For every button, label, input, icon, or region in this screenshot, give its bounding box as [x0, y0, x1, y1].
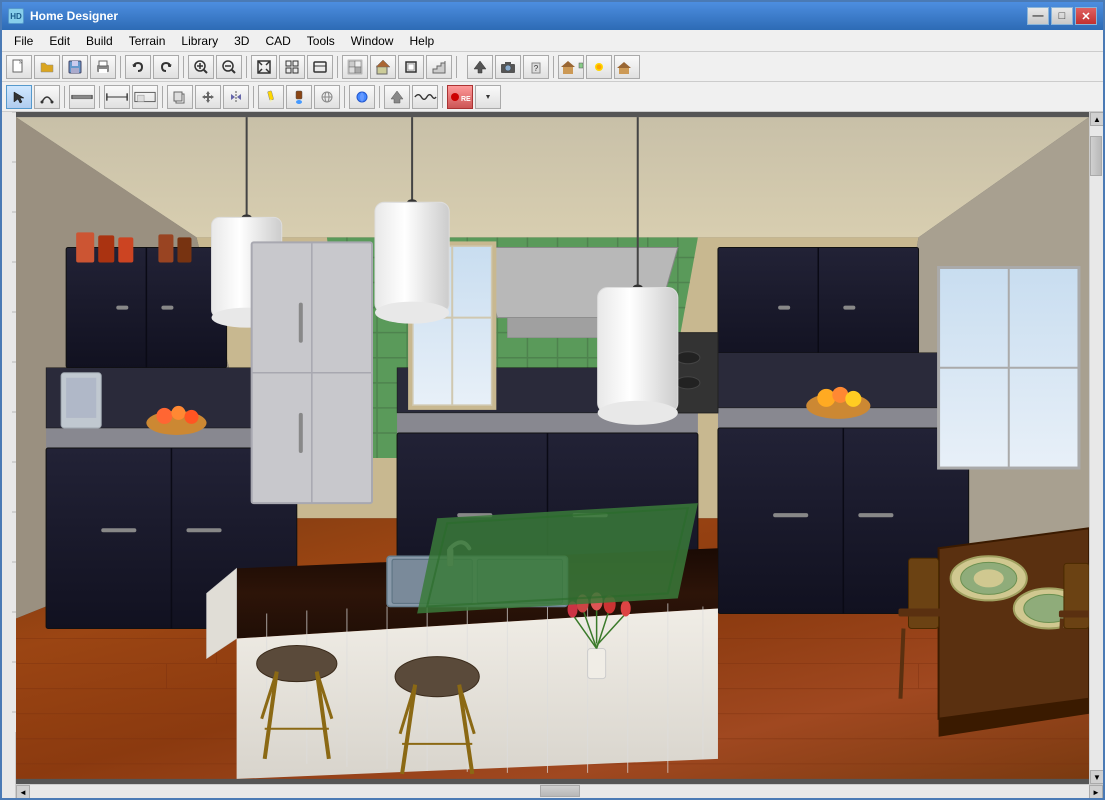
house3d-tool[interactable] [558, 55, 584, 79]
scrollbar-bottom: ◄ ► [16, 784, 1103, 798]
menu-file[interactable]: File [6, 32, 41, 50]
material-tool[interactable] [349, 85, 375, 109]
title-bar-controls: — □ ✕ [1027, 7, 1097, 25]
main-area: ▲ ▼ ◄ ► [2, 112, 1103, 798]
sep2-5 [344, 86, 345, 108]
more1-button[interactable] [307, 55, 333, 79]
roof3d-tool[interactable] [614, 55, 640, 79]
scroll-left-button[interactable]: ◄ [16, 785, 30, 798]
canvas-3d[interactable] [16, 112, 1089, 784]
arrow-up-tool[interactable] [467, 55, 493, 79]
close-button[interactable]: ✕ [1075, 7, 1097, 25]
stairs-tool[interactable] [426, 55, 452, 79]
up-arrow-tool[interactable] [384, 85, 410, 109]
sep2-6 [379, 86, 380, 108]
menu-edit[interactable]: Edit [41, 32, 78, 50]
copy-tool[interactable] [167, 85, 193, 109]
menu-library[interactable]: Library [173, 32, 226, 50]
menu-bar: File Edit Build Terrain Library 3D CAD T… [2, 30, 1103, 52]
sep2-1 [64, 86, 65, 108]
wall-tool[interactable] [342, 55, 368, 79]
new-button[interactable] [6, 55, 32, 79]
open-button[interactable] [34, 55, 60, 79]
menu-tools[interactable]: Tools [299, 32, 343, 50]
move-tool[interactable] [195, 85, 221, 109]
grid-button[interactable] [279, 55, 305, 79]
menu-cad[interactable]: CAD [257, 32, 298, 50]
pencil-tool[interactable] [258, 85, 284, 109]
sep-2 [183, 56, 184, 78]
kitchen-scene [16, 112, 1089, 784]
title-bar-left: HD Home Designer [8, 8, 118, 24]
texture-tool[interactable] [314, 85, 340, 109]
sep2-2 [99, 86, 100, 108]
toolbar-1: ? [2, 52, 1103, 82]
question-tool[interactable]: ? [523, 55, 549, 79]
record-button[interactable]: REC [447, 85, 473, 109]
scroll-thumb-right[interactable] [1090, 136, 1102, 176]
fit-button[interactable] [251, 55, 277, 79]
menu-terrain[interactable]: Terrain [121, 32, 174, 50]
house-tool[interactable] [370, 55, 396, 79]
camera-tool[interactable] [495, 55, 521, 79]
app-icon: HD [8, 8, 24, 24]
redo-button[interactable] [153, 55, 179, 79]
sep2-4 [253, 86, 254, 108]
select-tool[interactable] [6, 85, 32, 109]
scroll-right-button[interactable]: ► [1089, 785, 1103, 798]
scroll-down-button[interactable]: ▼ [1090, 770, 1103, 784]
arc-tool[interactable] [34, 85, 60, 109]
undo-button[interactable] [125, 55, 151, 79]
zoom-out-button[interactable] [216, 55, 242, 79]
sep-4 [337, 56, 338, 78]
wall-draw[interactable] [69, 85, 95, 109]
zoom-in-button[interactable] [188, 55, 214, 79]
dim-tool[interactable] [104, 85, 130, 109]
menu-3d[interactable]: 3D [226, 32, 257, 50]
scroll-track-bottom[interactable] [30, 785, 1089, 798]
toolbar-2: REC [2, 82, 1103, 112]
print-button[interactable] [90, 55, 116, 79]
ruler-left [2, 112, 16, 798]
minimize-button[interactable]: — [1027, 7, 1049, 25]
menu-window[interactable]: Window [343, 32, 402, 50]
sep2-7 [442, 86, 443, 108]
scroll-thumb-bottom[interactable] [540, 785, 580, 797]
scroll-up-button[interactable]: ▲ [1090, 112, 1103, 126]
svg-text:?: ? [534, 64, 539, 73]
sep-3 [246, 56, 247, 78]
sun-tool[interactable] [586, 55, 612, 79]
sep-6 [553, 56, 554, 78]
sep-1 [120, 56, 121, 78]
menu-build[interactable]: Build [78, 32, 121, 50]
svg-text:REC: REC [461, 96, 471, 103]
scrollbar-right[interactable]: ▲ ▼ [1089, 112, 1103, 784]
paint-tool[interactable] [286, 85, 312, 109]
mirror-tool[interactable] [223, 85, 249, 109]
room-tool[interactable] [398, 55, 424, 79]
sep2-3 [162, 86, 163, 108]
save-button[interactable] [62, 55, 88, 79]
wave-tool[interactable] [412, 85, 438, 109]
maximize-button[interactable]: □ [1051, 7, 1073, 25]
scroll-track-right[interactable] [1090, 126, 1103, 770]
main-window: HD Home Designer — □ ✕ File Edit Build T… [0, 0, 1105, 800]
rec-dropdown[interactable] [475, 85, 501, 109]
floorplan-view[interactable] [132, 85, 158, 109]
title-bar: HD Home Designer — □ ✕ [2, 2, 1103, 30]
menu-help[interactable]: Help [401, 32, 442, 50]
sep-5 [456, 56, 457, 78]
window-title: Home Designer [30, 9, 118, 23]
